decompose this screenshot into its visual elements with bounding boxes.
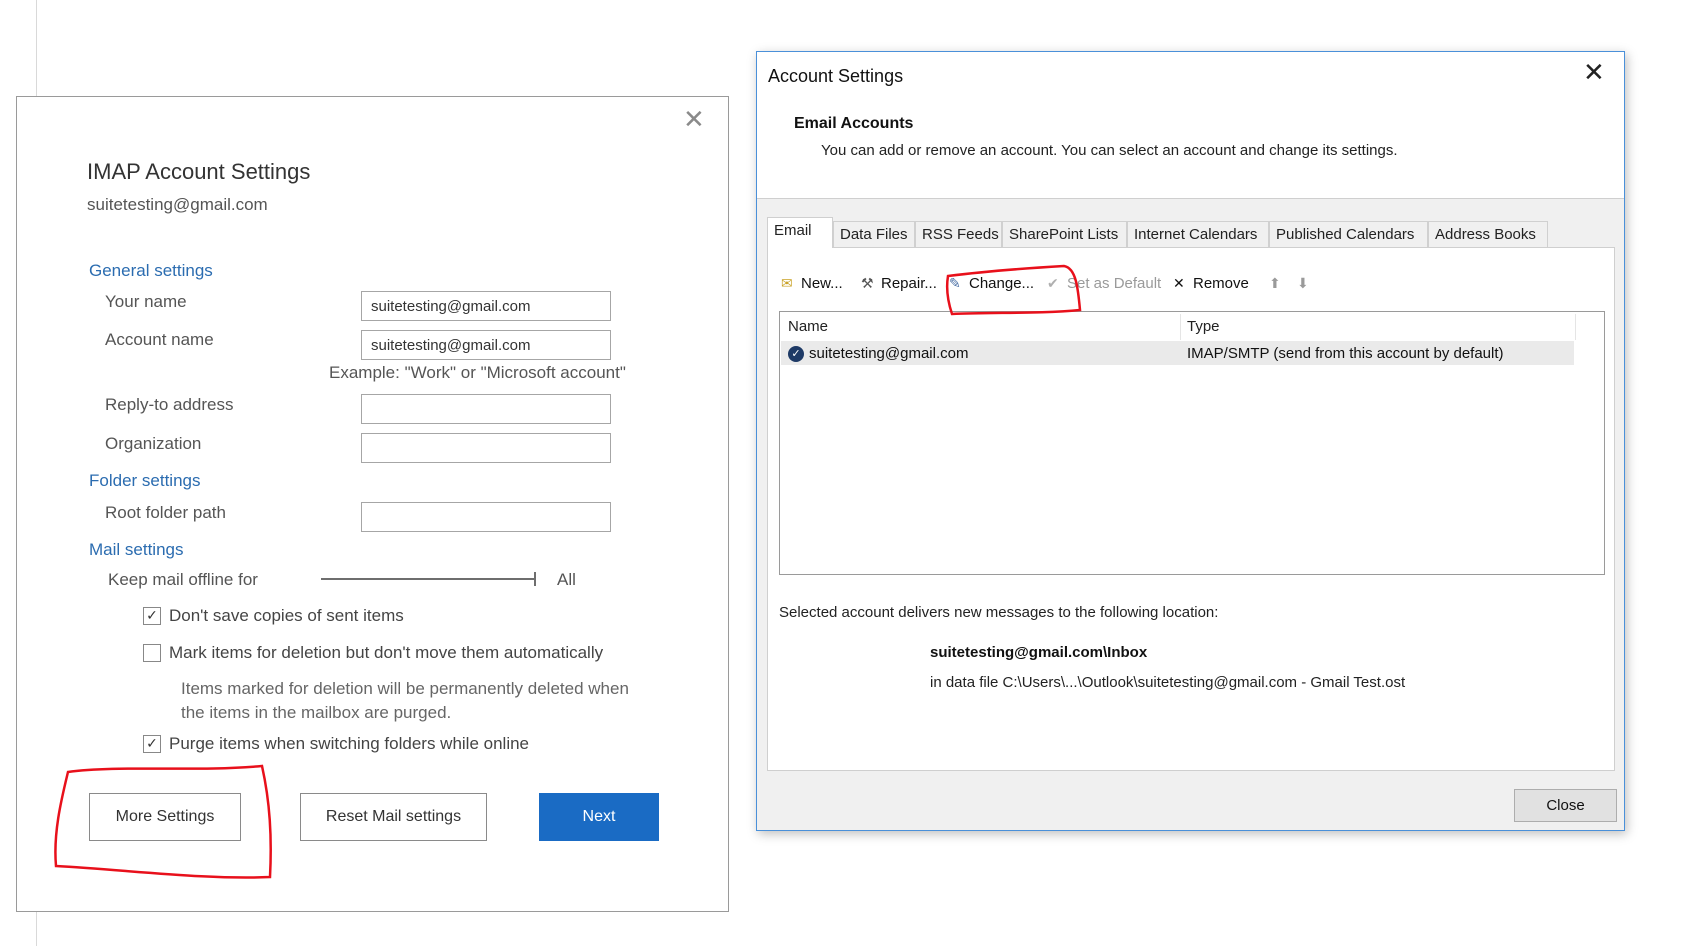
move-up-icon: ⬆: [1269, 276, 1281, 292]
root-folder-field[interactable]: [361, 502, 611, 532]
email-accounts-description: You can add or remove an account. You ca…: [821, 142, 1398, 159]
mail-settings-header: Mail settings: [89, 540, 184, 559]
purge-items-checkbox[interactable]: ✓: [143, 735, 161, 753]
general-settings-header: General settings: [89, 261, 213, 280]
keep-offline-label: Keep mail offline for: [108, 570, 258, 589]
email-accounts-heading: Email Accounts: [794, 115, 914, 132]
column-header-type[interactable]: Type: [1187, 318, 1220, 335]
move-down-icon: ⬇: [1297, 276, 1309, 292]
account-name-field[interactable]: [361, 330, 611, 360]
move-up-button[interactable]: ⬆: [1269, 272, 1289, 296]
repair-button[interactable]: ⚒ Repair...: [861, 272, 937, 296]
move-down-button[interactable]: ⬇: [1297, 272, 1317, 296]
close-button[interactable]: Close: [1514, 789, 1617, 822]
dont-save-sent-label: Don't save copies of sent items: [169, 606, 404, 625]
account-settings-dialog: Account Settings ✕ Email Accounts You ca…: [756, 51, 1625, 831]
account-list[interactable]: Name Type ✓ suitetesting@gmail.com IMAP/…: [779, 311, 1605, 575]
checkbox-check-icon: ✓: [146, 736, 158, 752]
tab-published-calendars[interactable]: Published Calendars: [1269, 221, 1428, 247]
close-icon[interactable]: ✕: [683, 105, 705, 135]
dialog-title: IMAP Account Settings: [87, 159, 311, 184]
tab-rss-feeds[interactable]: RSS Feeds: [915, 221, 1002, 247]
remove-button[interactable]: ✕ Remove: [1173, 272, 1249, 296]
more-settings-button[interactable]: More Settings: [89, 793, 241, 841]
close-icon[interactable]: ✕: [1583, 58, 1605, 88]
new-label: New...: [801, 275, 843, 292]
account-type-cell: IMAP/SMTP (send from this account by def…: [1187, 345, 1504, 362]
delivery-folder: suitetesting@gmail.com\Inbox: [930, 644, 1148, 661]
keep-offline-slider-thumb[interactable]: [534, 572, 536, 586]
next-button[interactable]: Next: [539, 793, 659, 841]
window-title: Account Settings: [768, 66, 904, 86]
new-account-icon: ✉: [781, 276, 793, 292]
purge-items-label: Purge items when switching folders while…: [169, 734, 530, 753]
account-name-label: Account name: [105, 330, 214, 349]
new-account-button[interactable]: ✉ New...: [781, 272, 843, 296]
mark-deletion-label: Mark items for deletion but don't move t…: [169, 643, 604, 662]
change-button[interactable]: ✎ Change...: [949, 272, 1034, 296]
repair-label: Repair...: [881, 275, 937, 292]
organization-label: Organization: [105, 434, 202, 453]
set-as-default-button[interactable]: ✔ Set as Default: [1047, 272, 1161, 296]
imap-settings-dialog: ✕ IMAP Account Settings suitetesting@gma…: [16, 96, 729, 912]
set-default-label: Set as Default: [1067, 275, 1162, 292]
dialog-header: Account Settings ✕ Email Accounts You ca…: [757, 52, 1624, 199]
mark-deletion-checkbox[interactable]: [143, 644, 161, 662]
account-name-cell: suitetesting@gmail.com: [809, 345, 969, 362]
organization-field[interactable]: [361, 433, 611, 463]
reply-to-label: Reply-to address: [105, 395, 234, 414]
dont-save-sent-checkbox[interactable]: ✓: [143, 607, 161, 625]
change-label: Change...: [969, 275, 1035, 292]
tab-email[interactable]: Email: [767, 217, 833, 248]
keep-offline-value: All: [557, 570, 576, 589]
change-icon: ✎: [949, 276, 961, 292]
folder-settings-header: Folder settings: [89, 471, 201, 490]
checkbox-check-icon: ✓: [146, 608, 158, 624]
data-file-path: in data file C:\Users\...\Outlook\suitet…: [930, 674, 1406, 691]
column-divider: [1575, 314, 1576, 340]
repair-icon: ⚒: [861, 276, 874, 292]
tab-internet-calendars[interactable]: Internet Calendars: [1127, 221, 1269, 247]
default-account-check-icon: ✓: [788, 346, 804, 362]
delivery-description: Selected account delivers new messages t…: [779, 604, 1219, 621]
your-name-field[interactable]: [361, 291, 611, 321]
tab-data-files[interactable]: Data Files: [833, 221, 915, 247]
remove-label: Remove: [1193, 275, 1249, 292]
column-header-name[interactable]: Name: [788, 318, 828, 335]
set-default-icon: ✔: [1047, 276, 1059, 292]
reset-mail-settings-button[interactable]: Reset Mail settings: [300, 793, 487, 841]
keep-offline-slider-track[interactable]: [321, 578, 536, 580]
account-email: suitetesting@gmail.com: [87, 195, 268, 214]
your-name-label: Your name: [105, 292, 187, 311]
tab-sharepoint-lists[interactable]: SharePoint Lists: [1002, 221, 1127, 247]
reply-to-field[interactable]: [361, 394, 611, 424]
root-folder-label: Root folder path: [105, 503, 226, 522]
tab-address-books[interactable]: Address Books: [1428, 221, 1548, 247]
deletion-note: Items marked for deletion will be perman…: [181, 679, 629, 722]
remove-icon: ✕: [1173, 276, 1185, 292]
column-divider: [1180, 314, 1181, 340]
account-name-example: Example: "Work" or "Microsoft account": [329, 363, 626, 382]
